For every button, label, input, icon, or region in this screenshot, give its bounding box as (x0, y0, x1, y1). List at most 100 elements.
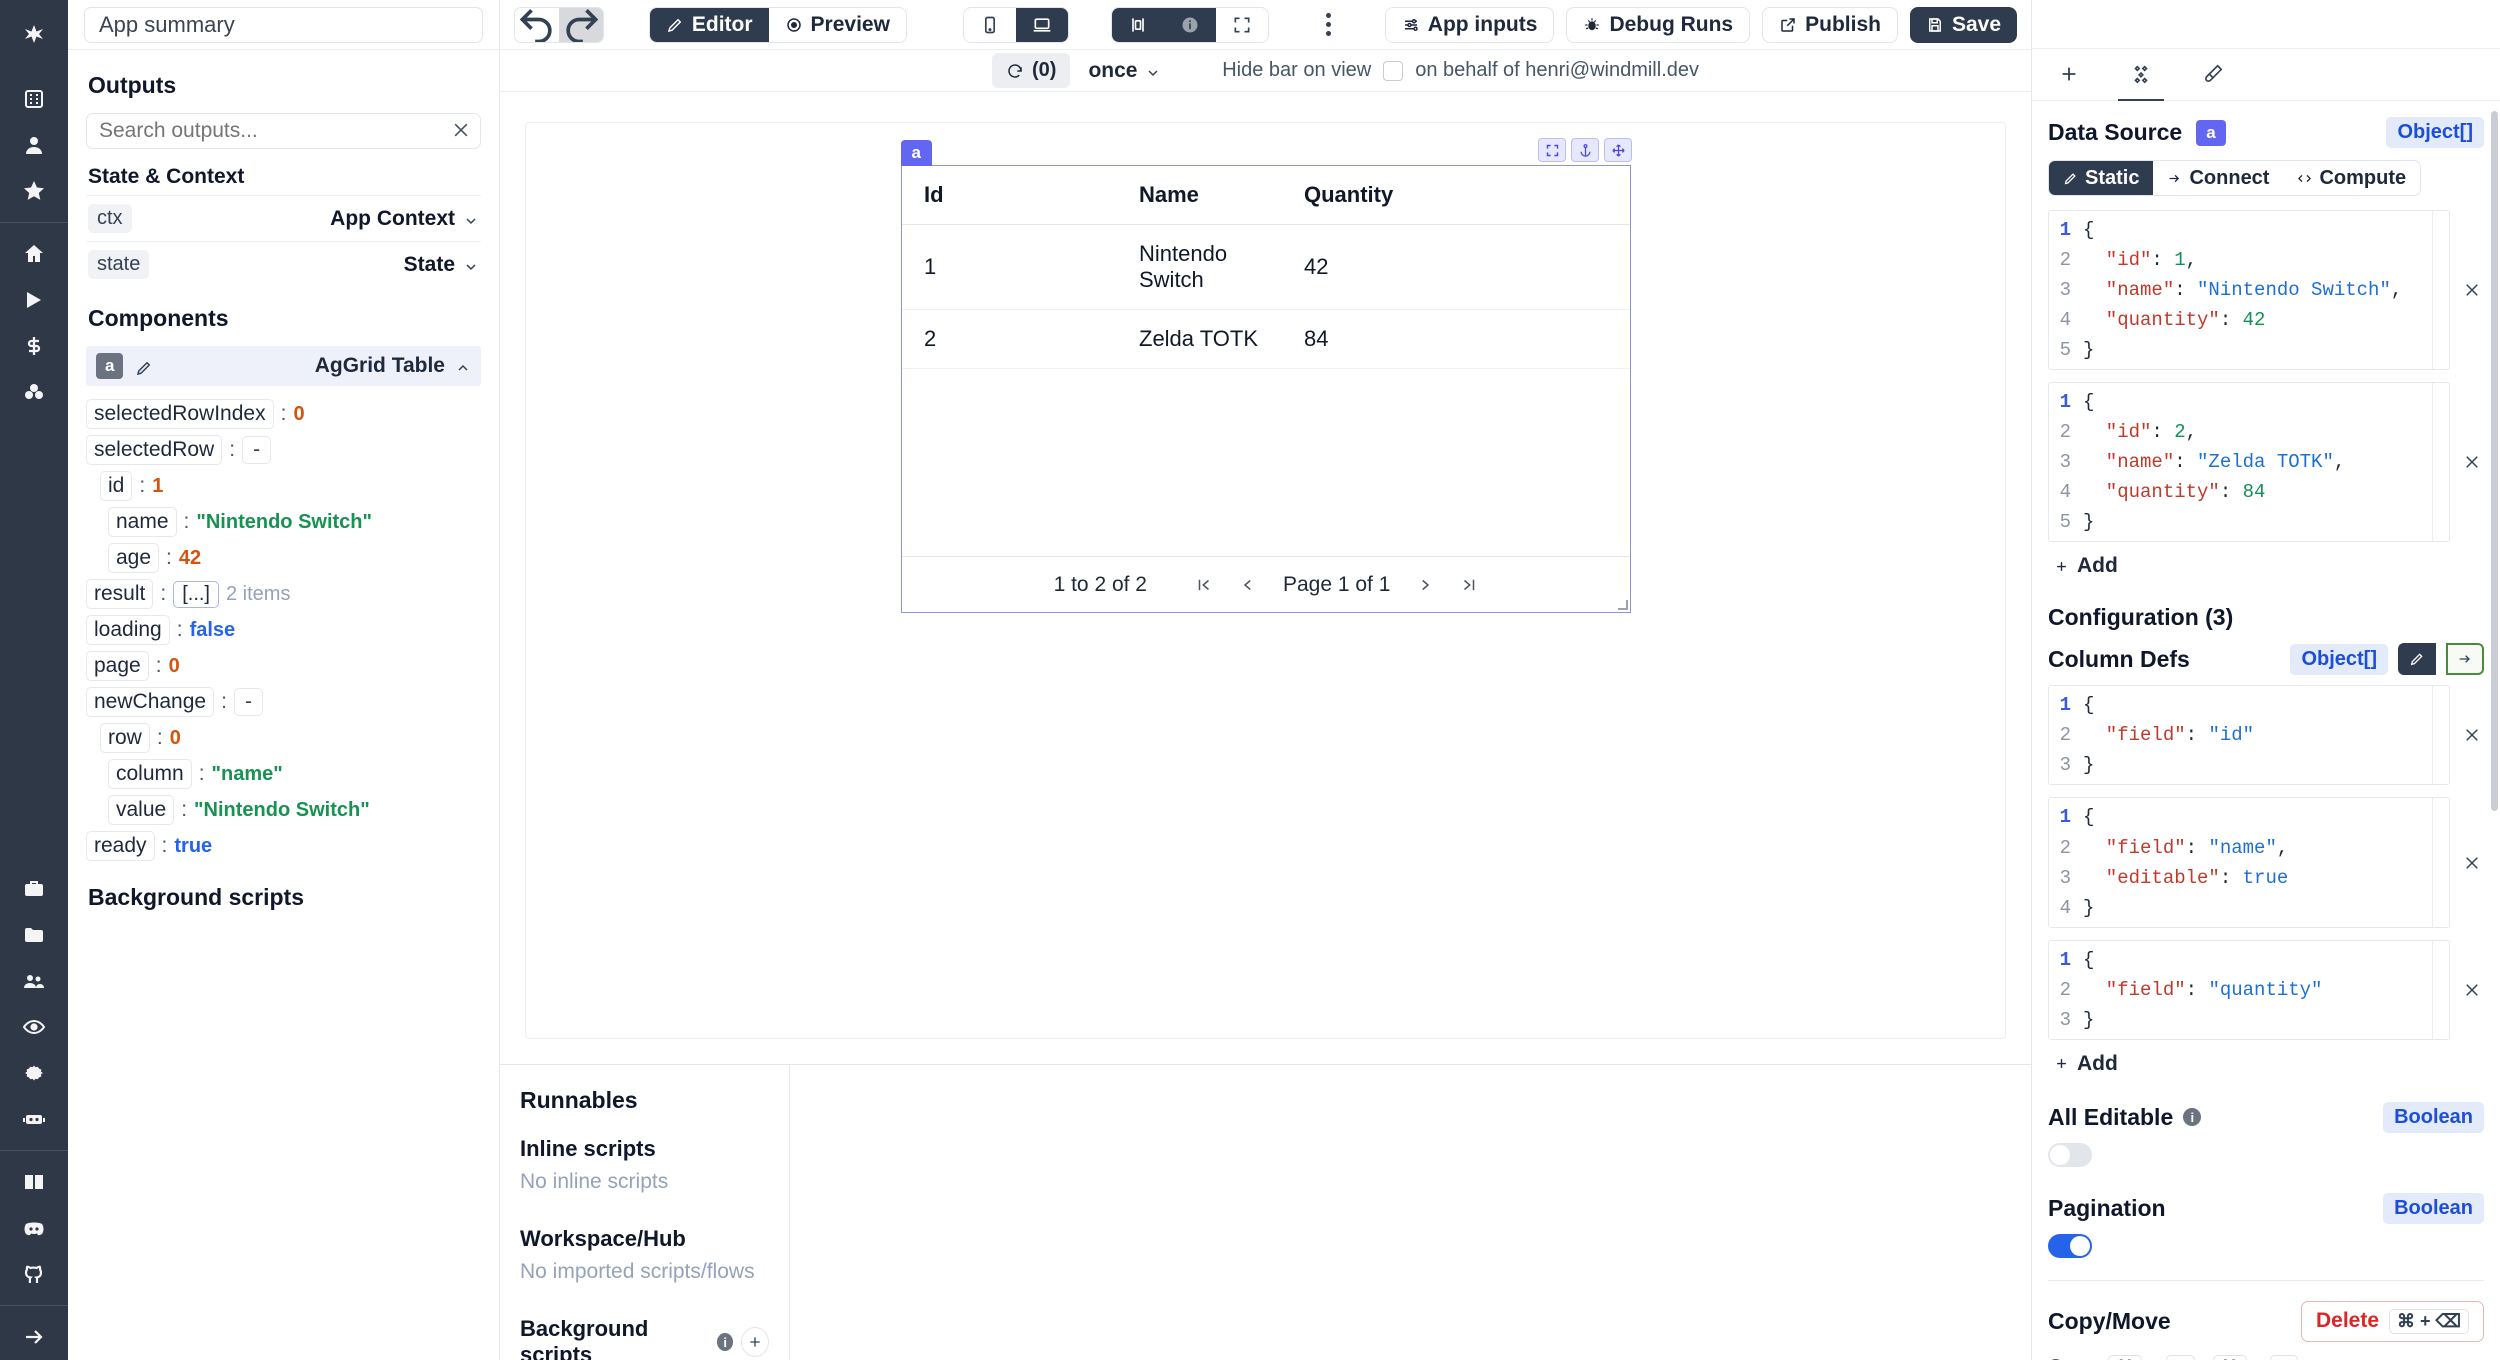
column-def-item-editor[interactable]: 1{2 "field": "quantity"3} (2048, 940, 2450, 1040)
delete-button[interactable]: Delete ⌘ + ⌫ (2301, 1301, 2484, 1342)
cell-id[interactable]: 2 (902, 310, 1117, 369)
static-mode-button[interactable]: Static (2049, 161, 2153, 195)
app-inputs-button[interactable]: App inputs (1385, 7, 1555, 43)
all-editable-type-chip[interactable]: Boolean (2383, 1102, 2484, 1133)
workspace-icon[interactable] (12, 76, 56, 122)
docs-book-icon[interactable] (12, 1159, 56, 1205)
folders-icon[interactable] (12, 912, 56, 958)
data-source-type-chip[interactable]: Object[] (2386, 117, 2484, 148)
close-icon[interactable] (451, 120, 471, 140)
column-defs-edit-button[interactable] (2398, 643, 2436, 675)
output-row-ready[interactable]: ready:true (86, 828, 481, 864)
connect-mode-button[interactable]: Connect (2153, 161, 2283, 195)
output-row-newChange[interactable]: newChange:- (86, 684, 481, 720)
run-button[interactable]: (0) (992, 53, 1070, 88)
output-row-column[interactable]: column:"name" (86, 756, 481, 792)
right-panel-scrollbar[interactable] (2491, 111, 2498, 811)
chevron-down-icon[interactable] (1145, 63, 1161, 79)
anchor-icon[interactable] (1571, 138, 1599, 162)
aggrid-table[interactable]: Id Name Quantity 1 Nintendo Switch 42 (902, 166, 1630, 369)
output-row-id[interactable]: id:1 (86, 468, 481, 504)
right-panel-body[interactable]: Data Source a Object[] Static Connect Co… (2032, 101, 2500, 1360)
fullscreen-button[interactable] (1216, 8, 1268, 42)
discord-icon[interactable] (12, 1205, 56, 1251)
favorites-star-icon[interactable] (12, 168, 56, 214)
user-icon[interactable] (12, 122, 56, 168)
windmill-logo-icon[interactable] (12, 12, 56, 58)
search-outputs-input[interactable] (86, 113, 481, 149)
column-header-id[interactable]: Id (902, 166, 1117, 225)
output-row-name[interactable]: name:"Nintendo Switch" (86, 504, 481, 540)
desktop-view-button[interactable] (1016, 8, 1068, 42)
runs-play-icon[interactable] (12, 277, 56, 323)
info-icon-button[interactable] (1164, 8, 1216, 42)
pencil-icon[interactable] (135, 357, 153, 375)
add-background-script-button[interactable] (741, 1327, 769, 1357)
output-row-age[interactable]: age:42 (86, 540, 481, 576)
cell-quantity[interactable]: 84 (1282, 310, 1630, 369)
state-context-row-state[interactable]: state State (86, 241, 481, 287)
settings-gear-icon[interactable] (12, 1050, 56, 1096)
column-defs-connect-button[interactable] (2446, 643, 2484, 675)
component-header-row[interactable]: a AgGrid Table (86, 346, 481, 386)
editor-tab[interactable]: Editor (650, 8, 769, 42)
pagination-type-chip[interactable]: Boolean (2383, 1193, 2484, 1224)
expand-icon[interactable] (1538, 138, 1566, 162)
resources-icon[interactable] (12, 369, 56, 415)
pagination-toggle[interactable] (2048, 1234, 2092, 1258)
output-row-row[interactable]: row:0 (86, 720, 481, 756)
last-page-icon[interactable] (1460, 576, 1478, 594)
move-icon[interactable] (1604, 138, 1632, 162)
output-row-result[interactable]: result:[...]2 items (86, 576, 481, 612)
info-icon[interactable]: i (2183, 1108, 2201, 1126)
first-page-icon[interactable] (1195, 576, 1213, 594)
cell-quantity[interactable]: 42 (1282, 225, 1630, 310)
audit-eye-icon[interactable] (12, 1004, 56, 1050)
remove-item-icon[interactable] (2460, 281, 2484, 299)
remove-item-icon[interactable] (2460, 453, 2484, 471)
style-tab[interactable] (2190, 49, 2236, 101)
run-mode-select[interactable]: once (1088, 59, 1161, 83)
prev-page-icon[interactable] (1239, 576, 1257, 594)
chevron-down-icon[interactable] (463, 257, 479, 273)
column-defs-add-button[interactable]: Add (2054, 1052, 2484, 1076)
chevron-up-icon[interactable] (455, 358, 471, 374)
hide-bar-checkbox[interactable] (1383, 61, 1403, 81)
more-vertical-icon[interactable] (1314, 13, 1343, 36)
debug-toggle-button[interactable] (1112, 8, 1164, 42)
remove-item-icon[interactable] (2460, 981, 2484, 999)
state-context-row-ctx[interactable]: ctx App Context (86, 195, 481, 241)
github-icon[interactable] (12, 1251, 56, 1297)
column-defs-type-chip[interactable]: Object[] (2290, 644, 2388, 675)
column-header-name[interactable]: Name (1117, 166, 1282, 225)
data-source-item-editor[interactable]: 1{2 "id": 2,3 "name": "Zelda TOTK",4 "qu… (2048, 382, 2450, 542)
groups-icon[interactable] (12, 958, 56, 1004)
home-icon[interactable] (12, 231, 56, 277)
debug-runs-button[interactable]: Debug Runs (1566, 7, 1750, 43)
preview-tab[interactable]: Preview (769, 8, 906, 42)
workers-robot-icon[interactable] (12, 1096, 56, 1142)
chevron-down-icon[interactable] (463, 211, 479, 227)
table-row[interactable]: 2 Zelda TOTK 84 (902, 310, 1630, 369)
app-canvas[interactable]: a (500, 92, 2031, 1065)
undo-button[interactable] (515, 8, 559, 42)
cell-id[interactable]: 1 (902, 225, 1117, 310)
data-source-add-button[interactable]: Add (2054, 554, 2484, 578)
remove-item-icon[interactable] (2460, 854, 2484, 872)
resize-handle[interactable] (1618, 600, 1628, 610)
mobile-view-button[interactable] (964, 8, 1016, 42)
aggrid-table-component[interactable]: a (901, 165, 1631, 613)
output-row-selectedRowIndex[interactable]: selectedRowIndex:0 (86, 396, 481, 432)
column-header-quantity[interactable]: Quantity (1282, 166, 1630, 225)
output-row-value[interactable]: value:"Nintendo Switch" (86, 792, 481, 828)
table-row[interactable]: 1 Nintendo Switch 42 (902, 225, 1630, 310)
output-row-page[interactable]: page:0 (86, 648, 481, 684)
app-summary-input[interactable] (84, 7, 483, 43)
output-row-loading[interactable]: loading:false (86, 612, 481, 648)
output-row-selectedRow[interactable]: selectedRow:- (86, 432, 481, 468)
compute-mode-button[interactable]: Compute (2283, 161, 2420, 195)
expand-rail-arrow-icon[interactable] (12, 1314, 56, 1360)
remove-item-icon[interactable] (2460, 726, 2484, 744)
canvas-surface[interactable]: a (525, 122, 2006, 1039)
info-icon[interactable]: i (717, 1333, 733, 1351)
